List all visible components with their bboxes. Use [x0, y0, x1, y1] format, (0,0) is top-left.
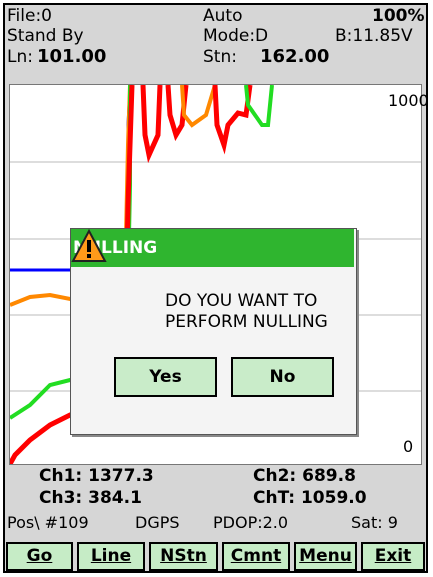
- profile-chart: 1000 0 NULLING DO YOU WANT TO PERFORM NU…: [9, 84, 426, 465]
- red-trace-peak-c: [212, 85, 253, 155]
- station-label: Stn:: [203, 47, 237, 67]
- menu-button[interactable]: Menu: [294, 542, 357, 571]
- status-panel: File:0 Auto 100% Stand By Mode:D B:11.85…: [5, 5, 426, 83]
- file-status: File:0: [7, 6, 52, 26]
- cmnt-button[interactable]: Cmnt: [222, 542, 290, 571]
- cht-readout: ChT: 1059.0: [253, 488, 367, 508]
- nulling-dialog: NULLING DO YOU WANT TO PERFORM NULLING Y…: [70, 228, 357, 435]
- yes-button[interactable]: Yes: [114, 357, 217, 397]
- no-button[interactable]: No: [231, 357, 334, 397]
- nstn-button[interactable]: NStn: [149, 542, 218, 571]
- dialog-message-line2: PERFORM NULLING: [165, 312, 328, 332]
- y-axis-min-label: 0: [403, 437, 414, 456]
- ch3-readout: Ch3: 384.1: [39, 488, 142, 508]
- gps-sat: Sat: 9: [351, 513, 398, 532]
- line-value: 101.00: [37, 46, 107, 67]
- line-button[interactable]: Line: [77, 542, 145, 571]
- dialog-message-line1: DO YOU WANT TO: [165, 291, 318, 311]
- mode-status: Mode:D: [203, 26, 269, 46]
- line-label: Ln:: [7, 47, 33, 67]
- red-trace-peak-a: [140, 85, 163, 164]
- ch1-readout: Ch1: 1377.3: [39, 466, 154, 486]
- ch2-readout: Ch2: 689.8: [253, 466, 356, 486]
- gps-pdop: PDOP:2.0: [213, 513, 289, 532]
- auto-status: Auto: [203, 6, 243, 26]
- bottom-toolbar: Go Line NStn Cmnt Menu Exit: [5, 541, 426, 571]
- dialog-message: DO YOU WANT TO PERFORM NULLING: [165, 291, 355, 333]
- dialog-title: NULLING: [71, 229, 354, 267]
- app-window: File:0 Auto 100% Stand By Mode:D B:11.85…: [3, 3, 428, 573]
- gps-fix: DGPS: [135, 513, 180, 532]
- gps-position: Pos\ #109: [7, 513, 89, 532]
- station-value: 162.00: [260, 46, 330, 67]
- percent-status: 100%: [372, 6, 425, 26]
- exit-button[interactable]: Exit: [361, 542, 425, 571]
- go-button[interactable]: Go: [6, 542, 73, 571]
- warning-icon: [71, 229, 107, 262]
- battery-status: B:11.85V: [335, 26, 413, 46]
- state-status: Stand By: [7, 26, 84, 46]
- y-axis-max-label: 1000: [388, 91, 428, 110]
